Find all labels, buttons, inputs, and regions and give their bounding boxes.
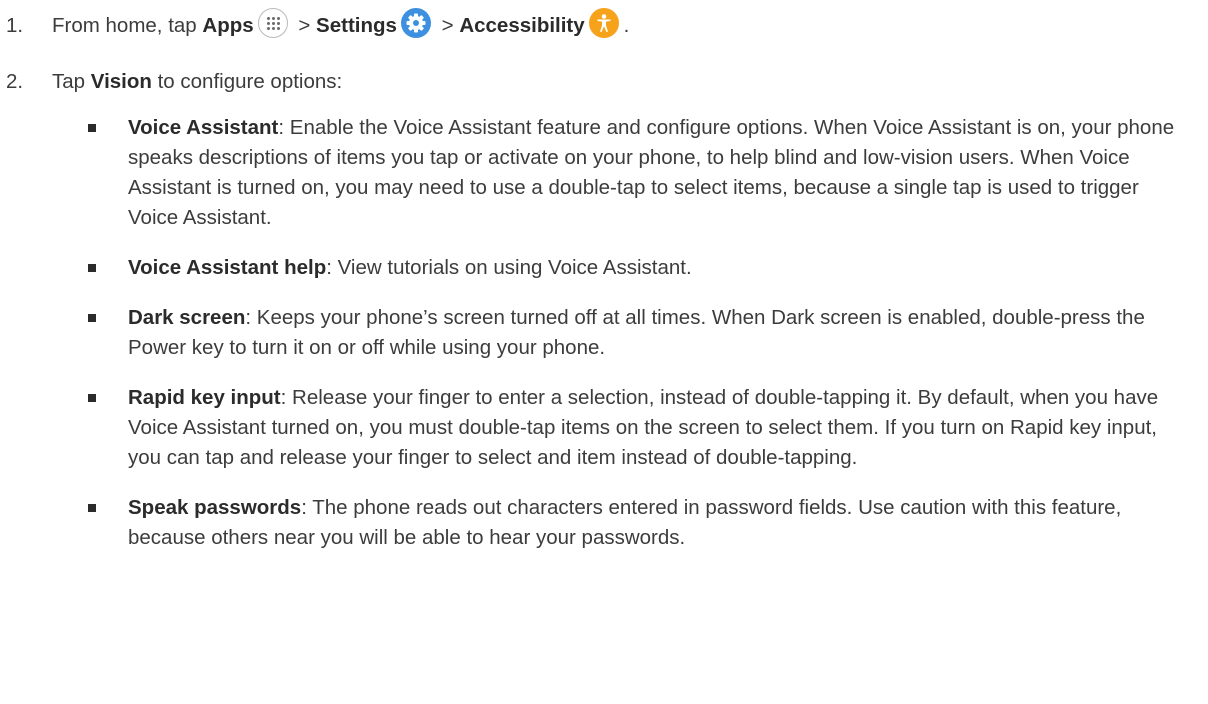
options-list: Voice Assistant: Enable the Voice Assist… bbox=[88, 113, 1192, 573]
list-item-speak-passwords: Speak passwords: The phone reads out cha… bbox=[88, 493, 1192, 553]
option-term: Rapid key input bbox=[128, 386, 281, 409]
step-1: 1. From home, tap Apps > Settings > Acces… bbox=[6, 8, 1198, 41]
option-term: Speak passwords bbox=[128, 496, 302, 519]
bullet-marker bbox=[88, 124, 96, 132]
option-description: : Keeps your phone’s screen turned off a… bbox=[128, 306, 1145, 359]
list-item-voice-assistant-help: Voice Assistant help: View tutorials on … bbox=[88, 253, 1192, 283]
option-term: Voice Assistant help bbox=[128, 256, 327, 279]
bullet-marker bbox=[88, 314, 96, 322]
separator: > bbox=[298, 14, 311, 37]
list-item-rapid-key-input: Rapid key input: Release your finger to … bbox=[88, 383, 1192, 473]
step-2: 2. Tap Vision to configure options: bbox=[6, 67, 1198, 97]
list-item-voice-assistant: Voice Assistant: Enable the Voice Assist… bbox=[88, 113, 1192, 233]
apps-grid-icon bbox=[257, 8, 288, 38]
vision-label: Vision bbox=[90, 70, 152, 93]
document-page: 1. From home, tap Apps > Settings > Acces… bbox=[0, 0, 1208, 704]
apps-label: Apps bbox=[202, 14, 254, 37]
step-text: Tap Vision to configure options: bbox=[52, 70, 342, 93]
option-description: : Enable the Voice Assistant feature and… bbox=[128, 116, 1175, 229]
list-item-dark-screen: Dark screen: Keeps your phone’s screen t… bbox=[88, 303, 1192, 363]
bullet-marker bbox=[88, 394, 96, 402]
step-number: 2. bbox=[6, 70, 24, 93]
accessibility-person-icon bbox=[588, 8, 619, 38]
option-term: Dark screen bbox=[128, 306, 246, 329]
step-text: From home, tap Apps > Settings > Accessi… bbox=[52, 8, 630, 38]
option-description: : View tutorials on using Voice Assistan… bbox=[326, 256, 692, 279]
step-number: 1. bbox=[6, 14, 24, 37]
option-term: Voice Assistant bbox=[128, 116, 279, 139]
option-description: : Release your finger to enter a selecti… bbox=[128, 386, 1159, 469]
settings-label: Settings bbox=[316, 14, 397, 37]
separator: > bbox=[441, 14, 454, 37]
step-suffix: . bbox=[623, 14, 630, 37]
step-prefix: Tap bbox=[52, 70, 86, 93]
accessibility-label: Accessibility bbox=[459, 14, 585, 37]
step-prefix: From home, tap bbox=[52, 14, 197, 37]
bullet-marker bbox=[88, 264, 96, 272]
step-suffix: to configure options: bbox=[157, 70, 343, 93]
bullet-marker bbox=[88, 504, 96, 512]
settings-gear-icon bbox=[400, 8, 431, 38]
